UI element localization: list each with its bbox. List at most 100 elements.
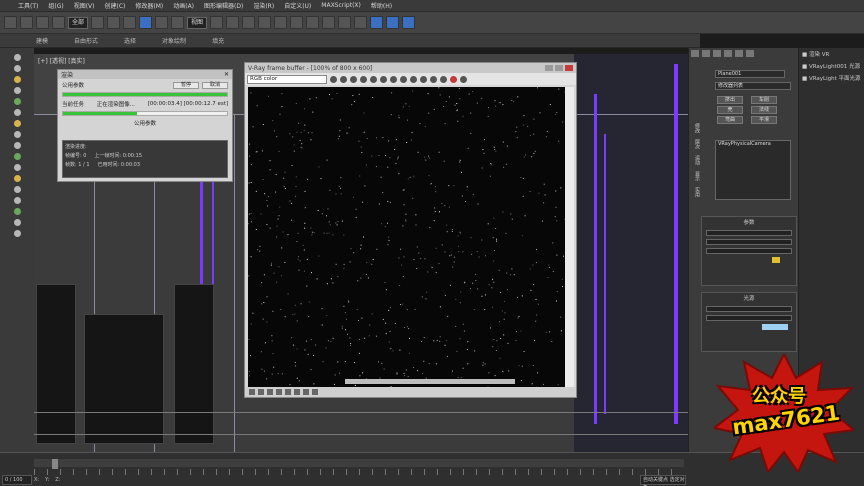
modifier-button[interactable]: 法线 (751, 106, 777, 114)
object-name-field[interactable]: Plane001 (715, 70, 785, 78)
modify-tab-icon[interactable] (702, 50, 710, 57)
select-by-name-icon[interactable] (107, 16, 121, 29)
pivot-icon[interactable] (210, 16, 224, 29)
angle-snap-icon[interactable] (242, 16, 256, 29)
tool-icon[interactable] (13, 109, 21, 116)
exposure-icon[interactable] (294, 389, 300, 395)
ribbon-tab[interactable]: 自由形式 (74, 36, 98, 45)
menu-item[interactable]: 自定义(U) (284, 1, 311, 10)
param-field[interactable] (706, 315, 792, 321)
material-editor-icon[interactable] (354, 16, 368, 29)
stack-item[interactable]: VRayPhysicalCamera (718, 141, 790, 147)
tool-icon[interactable] (13, 142, 21, 149)
modifier-list-dropdown[interactable]: 修改器列表 (715, 82, 791, 90)
mono-icon[interactable] (380, 75, 387, 83)
color-swatch[interactable] (762, 324, 788, 330)
utilities-tab-icon[interactable] (746, 50, 754, 57)
menu-item[interactable]: 修改器(M) (135, 1, 163, 10)
lut-icon[interactable] (312, 389, 318, 395)
viewport-label[interactable]: [+] [透视] [真实] (38, 56, 85, 65)
move-icon[interactable] (139, 16, 153, 29)
side-label[interactable]: 层次 (691, 139, 701, 149)
schematic-icon[interactable] (338, 16, 352, 29)
frame-counter[interactable]: 0 / 100 (2, 475, 32, 485)
close-icon[interactable] (565, 65, 573, 71)
tool-icon[interactable] (13, 131, 21, 138)
history-icon[interactable] (258, 389, 264, 395)
render-last-icon[interactable] (440, 75, 447, 83)
tool-icon[interactable] (13, 98, 21, 105)
time-slider-handle[interactable] (52, 459, 58, 469)
redo-icon[interactable] (20, 16, 33, 29)
save-image-icon[interactable] (390, 75, 397, 83)
curve-editor-icon[interactable] (322, 16, 336, 29)
display-tab-icon[interactable] (735, 50, 743, 57)
ribbon-tab[interactable]: 对象绘制 (162, 36, 186, 45)
close-icon[interactable]: ✕ (224, 71, 229, 78)
tool-icon[interactable] (13, 197, 21, 204)
tool-icon[interactable] (13, 76, 21, 83)
rollout-title[interactable]: 参数 (702, 217, 796, 227)
curve-icon[interactable] (285, 389, 291, 395)
tool-icon[interactable] (13, 153, 21, 160)
param-field[interactable] (706, 230, 792, 236)
side-label[interactable]: 修改 (691, 123, 701, 133)
menu-item[interactable]: 工具(T) (18, 1, 38, 10)
stop-render-icon[interactable] (450, 75, 457, 83)
modifier-stack[interactable]: VRayPhysicalCamera (715, 140, 791, 200)
align-icon[interactable] (290, 16, 304, 29)
create-tab-icon[interactable] (691, 50, 699, 57)
tool-icon[interactable] (13, 175, 21, 182)
ribbon-tab[interactable]: 选择 (124, 36, 136, 45)
tool-icon[interactable] (13, 120, 21, 127)
reference-coord-select[interactable]: 视图 (187, 16, 208, 29)
side-label[interactable]: 运动 (691, 155, 701, 165)
color-swatch[interactable] (772, 257, 780, 263)
percent-snap-icon[interactable] (258, 16, 272, 29)
settings-icon[interactable] (249, 389, 255, 395)
side-label[interactable]: 实用 (691, 187, 701, 197)
rotate-icon[interactable] (155, 16, 169, 29)
cancel-button[interactable]: 取消 (202, 81, 228, 89)
mirror-icon[interactable] (274, 16, 288, 29)
layer-icon[interactable] (306, 16, 320, 29)
param-field[interactable] (706, 248, 792, 254)
param-field[interactable] (706, 239, 792, 245)
render-icon[interactable] (460, 75, 467, 83)
tool-icon[interactable] (13, 164, 21, 171)
modifier-button[interactable]: 挤出 (717, 96, 743, 104)
save-icon[interactable] (330, 75, 337, 83)
menu-item[interactable]: 创建(C) (105, 1, 126, 10)
modifier-button[interactable]: 壳 (717, 106, 743, 114)
menu-item[interactable]: 图形编辑器(D) (204, 1, 243, 10)
undo-icon[interactable] (4, 16, 17, 29)
rollout-title[interactable]: 光源 (702, 293, 796, 303)
render-setup-icon[interactable] (370, 16, 384, 29)
red-channel-icon[interactable] (340, 75, 347, 83)
unlink-icon[interactable] (52, 16, 65, 29)
channel-select[interactable]: RGB color (247, 74, 327, 84)
scale-icon[interactable] (171, 16, 185, 29)
minimize-icon[interactable] (545, 65, 553, 71)
progress-titlebar[interactable]: 渲染 ✕ (58, 70, 232, 79)
tool-icon[interactable] (13, 208, 21, 215)
lens-icon[interactable] (267, 389, 273, 395)
modifier-button[interactable]: 弯曲 (717, 116, 743, 124)
green-channel-icon[interactable] (350, 75, 357, 83)
scene-item[interactable]: ■ VRayLight001 光源 (799, 60, 864, 72)
render-icon[interactable] (402, 16, 416, 29)
scene-item[interactable]: ■ 渲染 VR (799, 48, 864, 60)
scene-item[interactable]: ■ VRayLight 平面光源 (799, 72, 864, 84)
side-label[interactable]: 显示 (691, 171, 701, 181)
selection-filter-select[interactable]: 全部 (68, 16, 89, 29)
maximize-icon[interactable] (555, 65, 563, 71)
ribbon-tab[interactable]: 建模 (36, 36, 48, 45)
tool-icon[interactable] (13, 54, 21, 61)
ribbon-tab[interactable]: 填充 (212, 36, 224, 45)
horizontal-scrollbar[interactable] (345, 379, 515, 384)
modifier-button[interactable]: 车削 (751, 96, 777, 104)
menu-item[interactable]: 帮助(H) (371, 1, 392, 10)
menu-item[interactable]: 组(G) (48, 1, 63, 10)
render-frame-icon[interactable] (386, 16, 400, 29)
tool-icon[interactable] (13, 186, 21, 193)
